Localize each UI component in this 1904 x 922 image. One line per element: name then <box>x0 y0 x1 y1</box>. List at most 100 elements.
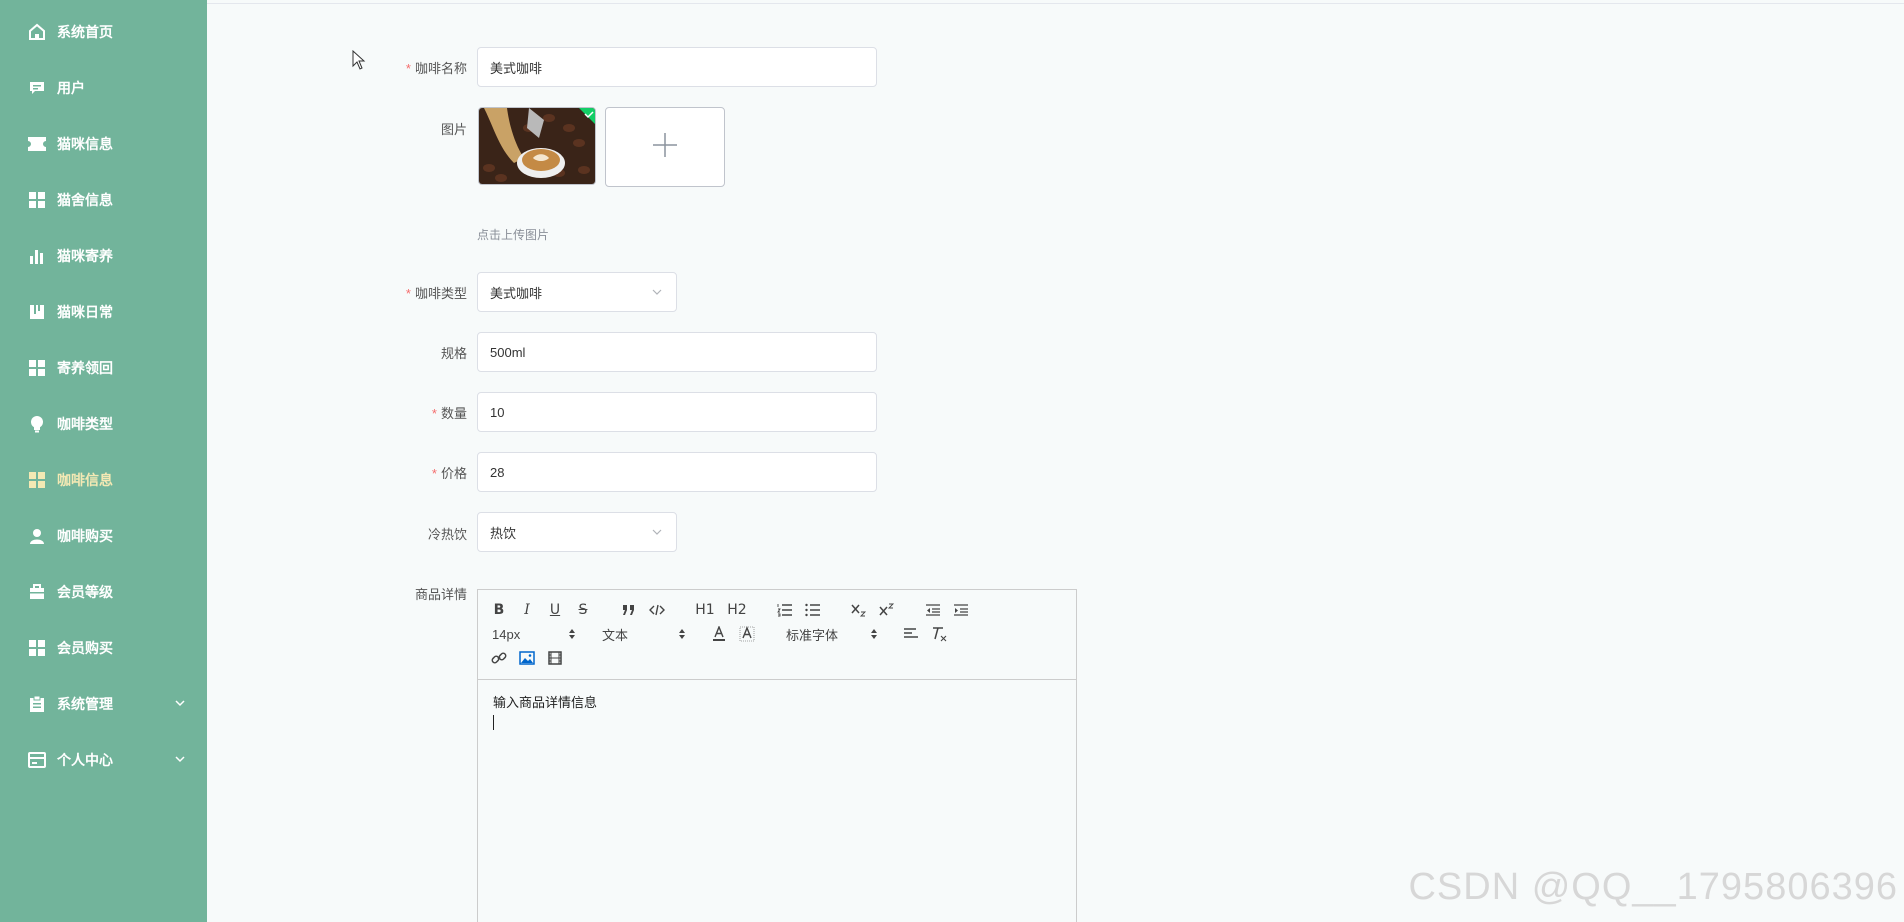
sidebar-item-cat-info[interactable]: 猫咪信息 <box>0 116 207 172</box>
header-divider <box>207 3 1904 4</box>
sidebar: 系统首页 用户 猫咪信息 猫舍信息 猫咪寄养 猫咪日常 寄养领回 咖啡类型 咖啡… <box>0 0 207 922</box>
sidebar-item-label: 个人中心 <box>57 752 113 768</box>
temperature-label: 冷热饮 <box>427 527 467 542</box>
bar-chart-icon <box>28 247 46 265</box>
block-format-picker[interactable]: 文本 <box>598 623 690 645</box>
sidebar-item-label: 寄养领回 <box>57 360 113 376</box>
link-icon <box>491 652 507 664</box>
align-button[interactable] <box>900 623 922 645</box>
sidebar-item-label: 咖啡信息 <box>57 472 113 488</box>
sidebar-item-label: 猫咪日常 <box>57 304 113 320</box>
blockquote-button[interactable] <box>618 599 640 621</box>
bulb-icon <box>28 415 46 433</box>
sidebar-item-personal-center[interactable]: 个人中心 <box>0 732 207 788</box>
price-input[interactable]: 28 <box>477 452 877 492</box>
ticket-icon <box>28 135 46 153</box>
grid-icon <box>28 639 46 657</box>
sidebar-item-coffee-purchase[interactable]: 咖啡购买 <box>0 508 207 564</box>
link-button[interactable] <box>488 647 510 669</box>
editor-content[interactable]: 输入商品详情信息 <box>478 680 1076 745</box>
price-label: * 价格 <box>431 466 467 481</box>
image-icon <box>519 651 535 665</box>
outdent-button[interactable] <box>922 599 944 621</box>
coffee-image-thumbnail[interactable] <box>478 107 596 185</box>
sidebar-item-label: 猫舍信息 <box>57 192 113 208</box>
card-icon <box>28 751 46 769</box>
subscript-icon <box>851 604 867 617</box>
coffee-name-input[interactable]: 美式咖啡 <box>477 47 877 87</box>
sidebar-item-label: 会员等级 <box>57 584 113 600</box>
chevron-down-icon <box>650 285 664 299</box>
code-icon <box>649 604 665 616</box>
image-label: 图片 <box>440 122 467 137</box>
code-block-button[interactable] <box>646 599 668 621</box>
highlight-icon <box>739 626 755 642</box>
sidebar-item-member-purchase[interactable]: 会员购买 <box>0 620 207 676</box>
indent-button[interactable] <box>950 599 972 621</box>
upload-hint: 点击上传图片 <box>477 228 550 242</box>
sidebar-item-label: 用户 <box>57 80 85 96</box>
updown-icon <box>679 629 685 639</box>
sidebar-item-label: 系统首页 <box>57 24 113 40</box>
temperature-select[interactable]: 热饮 <box>477 512 677 552</box>
updown-icon <box>871 629 877 639</box>
outdent-icon <box>926 604 940 616</box>
font-color-button[interactable] <box>708 623 730 645</box>
clear-format-button[interactable] <box>928 623 950 645</box>
sidebar-item-cat-boarding[interactable]: 猫咪寄养 <box>0 228 207 284</box>
image-button[interactable] <box>516 647 538 669</box>
font-family-picker[interactable]: 标准字体 <box>782 623 882 645</box>
grid-icon <box>28 471 46 489</box>
video-icon <box>548 651 562 665</box>
chevron-down-icon <box>173 696 187 710</box>
plus-icon <box>651 131 679 164</box>
superscript-icon <box>879 603 895 616</box>
grid-icon <box>28 191 46 209</box>
bold-button[interactable]: B <box>488 599 510 621</box>
updown-icon <box>569 629 575 639</box>
font-size-picker[interactable]: 14px <box>488 623 580 645</box>
bullet-list-button[interactable] <box>802 599 824 621</box>
image-upload-button[interactable] <box>605 107 725 187</box>
ordered-list-icon <box>777 604 792 617</box>
briefcase-icon <box>28 583 46 601</box>
sidebar-item-boarding-return[interactable]: 寄养领回 <box>0 340 207 396</box>
background-color-button[interactable] <box>736 623 758 645</box>
sidebar-item-label: 咖啡类型 <box>57 416 113 432</box>
sidebar-item-cat-daily[interactable]: 猫咪日常 <box>0 284 207 340</box>
rich-text-editor: B I U S H1 H2 14px 文本 标准字体 输入商品详情信息 <box>477 589 1077 922</box>
sidebar-item-cattery-info[interactable]: 猫舍信息 <box>0 172 207 228</box>
bullet-list-icon <box>805 603 820 617</box>
sidebar-item-member-level[interactable]: 会员等级 <box>0 564 207 620</box>
editor-text: 输入商品详情信息 <box>493 695 598 710</box>
font-color-icon <box>713 626 725 641</box>
detail-label: 商品详情 <box>414 587 467 602</box>
quote-icon <box>623 605 634 615</box>
h1-button[interactable]: H1 <box>692 599 718 621</box>
spec-input[interactable]: 500ml <box>477 332 877 372</box>
underline-button[interactable]: U <box>544 599 566 621</box>
sidebar-item-home[interactable]: 系统首页 <box>0 4 207 60</box>
video-button[interactable] <box>544 647 566 669</box>
sidebar-item-label: 系统管理 <box>57 696 113 712</box>
sidebar-item-label: 会员购买 <box>57 640 113 656</box>
sidebar-item-users[interactable]: 用户 <box>0 60 207 116</box>
home-icon <box>28 23 46 41</box>
superscript-button[interactable] <box>876 599 898 621</box>
indent-icon <box>954 604 968 616</box>
subscript-button[interactable] <box>848 599 870 621</box>
italic-button[interactable]: I <box>516 599 538 621</box>
sidebar-item-coffee-type[interactable]: 咖啡类型 <box>0 396 207 452</box>
sidebar-item-label: 猫咪寄养 <box>57 248 113 264</box>
quantity-input[interactable]: 10 <box>477 392 877 432</box>
sidebar-item-system-manage[interactable]: 系统管理 <box>0 676 207 732</box>
ordered-list-button[interactable] <box>774 599 796 621</box>
clipboard-icon <box>28 695 46 713</box>
sidebar-item-coffee-info[interactable]: 咖啡信息 <box>0 452 207 508</box>
chevron-down-icon <box>650 525 664 539</box>
grid-icon <box>28 359 46 377</box>
strike-button[interactable]: S <box>572 599 594 621</box>
book-icon <box>28 303 46 321</box>
coffee-type-select[interactable]: 美式咖啡 <box>477 272 677 312</box>
h2-button[interactable]: H2 <box>724 599 750 621</box>
